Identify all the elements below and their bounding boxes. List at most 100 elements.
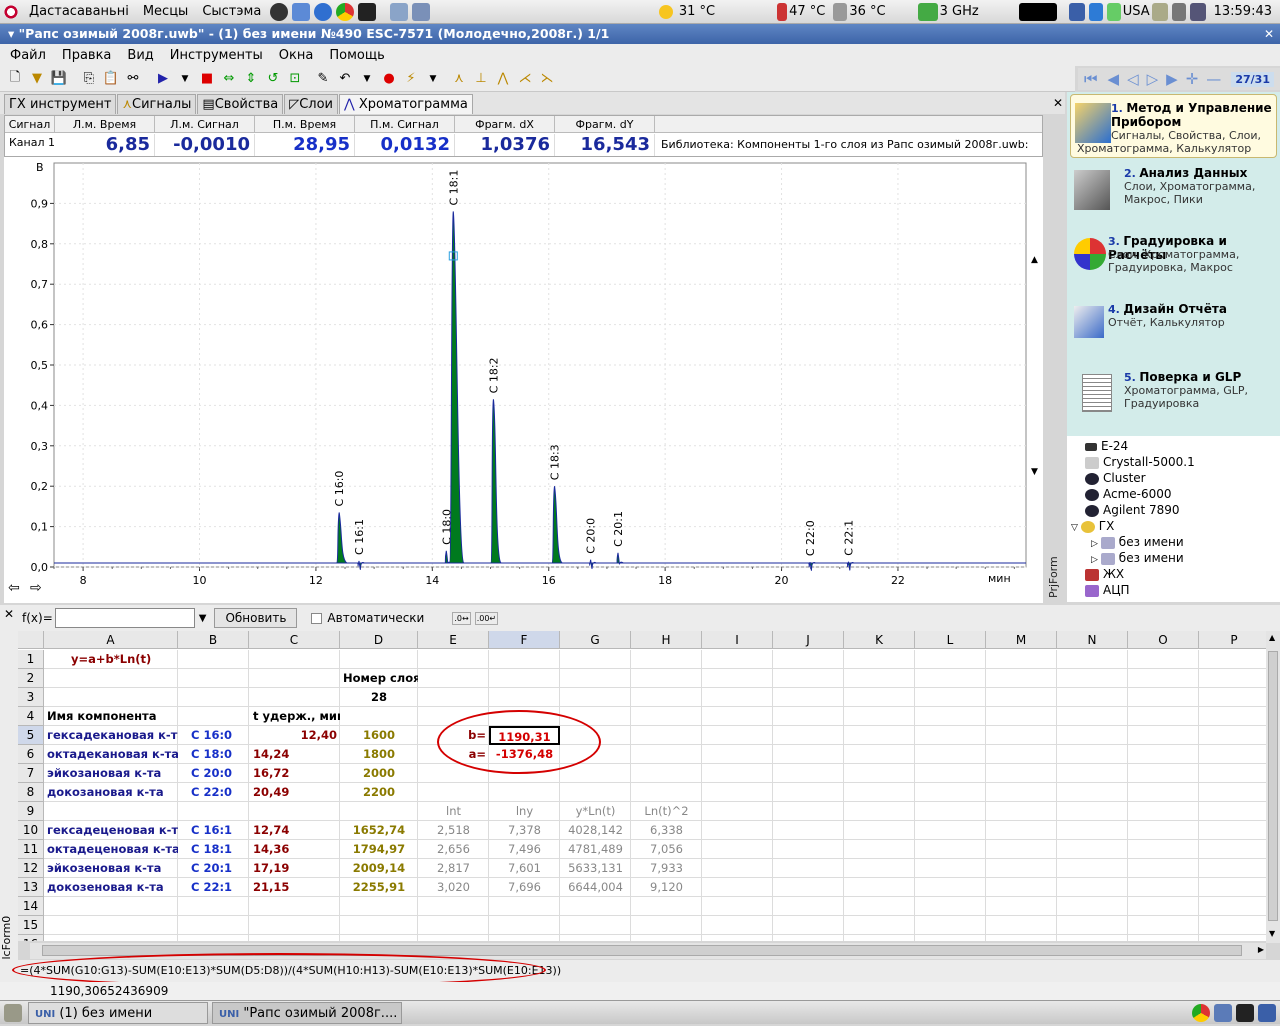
cell-d11[interactable]: 1794,97 xyxy=(340,840,418,859)
cell-a10[interactable]: гексадеценовая к-та xyxy=(44,821,178,840)
row-header-15[interactable]: 15 xyxy=(18,916,44,935)
cell-d6[interactable]: 1800 xyxy=(340,745,418,764)
next-fast-icon[interactable]: ▶ xyxy=(1166,70,1178,88)
cell-b10[interactable]: C 16:1 xyxy=(188,821,248,840)
row-header-8[interactable]: 8 xyxy=(18,783,44,802)
window-menu-icon[interactable]: ▾ xyxy=(8,26,19,41)
terminal-icon[interactable] xyxy=(358,2,377,21)
file-manager-icon[interactable] xyxy=(390,2,409,21)
show-desktop-icon[interactable] xyxy=(4,1003,22,1022)
cell-c12[interactable]: 17,19 xyxy=(250,859,340,878)
vscroll-down-icon[interactable]: ▼ xyxy=(1269,929,1275,938)
cell-a1[interactable]: y=a+b*Ln(t) xyxy=(68,650,154,669)
fit-icon[interactable]: ⊡ xyxy=(286,70,304,88)
col-header-o[interactable]: O xyxy=(1128,631,1199,649)
tree-item-acme[interactable]: Acme-6000 xyxy=(1085,486,1172,502)
tree-item-unnamed-1[interactable]: ▷ без имени xyxy=(1091,534,1184,550)
cell-c6[interactable]: 14,24 xyxy=(250,745,340,764)
window-titlebar[interactable]: ▾ "Рапс озимый 2008г.uwb" - (1) без имен… xyxy=(0,24,1280,44)
row-header-1[interactable]: 1 xyxy=(18,650,44,669)
cell-e11[interactable]: 2,656 xyxy=(418,840,489,859)
workflow-calibration[interactable]: 3. Градуировка и Расчёты Слои, Хроматогр… xyxy=(1070,230,1277,294)
cell-e9[interactable]: lnt xyxy=(418,802,489,821)
col-header-h[interactable]: H xyxy=(631,631,702,649)
menu-windows[interactable]: Окна xyxy=(271,48,322,63)
col-header-i[interactable]: I xyxy=(702,631,773,649)
volume-icon[interactable] xyxy=(1171,2,1186,21)
integrate-dropdown-icon[interactable]: ▼ xyxy=(424,70,442,88)
tree-item-cluster[interactable]: Cluster xyxy=(1085,470,1146,486)
workflow-verification-glp[interactable]: 5. Поверка и GLP Хроматограмма, GLP, Гра… xyxy=(1070,366,1277,430)
tab-properties[interactable]: ▤Свойства xyxy=(197,94,284,114)
hscroll-right-icon[interactable]: ▶ xyxy=(1258,945,1264,954)
editor-task-icon[interactable] xyxy=(1214,1003,1232,1022)
cell-b8[interactable]: C 22:0 xyxy=(188,783,235,802)
open-folder-icon[interactable]: ▼ xyxy=(28,70,46,88)
auto-label[interactable]: Автоматически xyxy=(327,611,424,625)
task-raps[interactable]: UNI "Рапс озимый 2008г.... xyxy=(212,1001,402,1024)
update-button[interactable]: Обновить xyxy=(214,608,298,628)
close-window-icon[interactable]: ✕ xyxy=(1262,27,1276,41)
peak-tool-3-icon[interactable]: ⋀ xyxy=(494,70,512,88)
row-header-12[interactable]: 12 xyxy=(18,859,44,878)
marker-right-icon[interactable]: ⇨ xyxy=(30,580,42,596)
cell-c8[interactable]: 20,49 xyxy=(250,783,340,802)
vscroll-up-icon[interactable]: ▲ xyxy=(1269,633,1275,642)
peak-tool-4-icon[interactable]: ⋌ xyxy=(516,70,534,88)
fx-dropdown-icon[interactable]: ▼ xyxy=(199,613,207,624)
tree-item-lc[interactable]: ЖХ xyxy=(1085,566,1124,582)
uni-tray-icon[interactable] xyxy=(1068,2,1085,21)
cell-f13[interactable]: 7,696 xyxy=(489,878,560,897)
tree-item-unnamed-2[interactable]: ▷ без имени xyxy=(1091,550,1184,566)
close-calc-icon[interactable]: ✕ xyxy=(4,607,14,621)
cell-b5[interactable]: C 16:0 xyxy=(188,726,235,745)
cell-a7[interactable]: эйкозановая к-та xyxy=(44,764,178,783)
cell-d2[interactable]: Номер слоя xyxy=(340,669,418,688)
stop-icon[interactable]: ■ xyxy=(198,70,216,88)
col-header-p[interactable]: P xyxy=(1199,631,1266,649)
play-icon[interactable]: ▶ xyxy=(154,70,172,88)
cell-a12[interactable]: эйкозеновая к-та xyxy=(44,859,178,878)
zoom-horizontal-icon[interactable]: ⇔ xyxy=(220,70,238,88)
cell-d3[interactable]: 28 xyxy=(340,688,418,707)
cell-b13[interactable]: C 22:1 xyxy=(188,878,248,897)
menu-applications[interactable]: Дастасаваньні xyxy=(22,4,136,19)
save-icon[interactable]: 💾 xyxy=(50,70,68,88)
row-header-14[interactable]: 14 xyxy=(18,897,44,916)
cell-h10[interactable]: 6,338 xyxy=(631,821,702,840)
cell-a13[interactable]: докозеновая к-та xyxy=(44,878,178,897)
tree-item-gc[interactable]: ▽ ГХ xyxy=(1071,518,1114,534)
corner-cell[interactable] xyxy=(18,631,44,649)
menu-help[interactable]: Помощь xyxy=(321,48,392,63)
next-icon[interactable]: ▷ xyxy=(1147,70,1159,88)
cell-a6[interactable]: октадекановая к-та xyxy=(44,745,178,764)
cell-f9[interactable]: lny xyxy=(489,802,560,821)
col-header-c[interactable]: C xyxy=(249,631,340,649)
tree-item-e24[interactable]: E-24 xyxy=(1085,438,1128,454)
cell-g11[interactable]: 4781,489 xyxy=(560,840,631,859)
cell-h13[interactable]: 9,120 xyxy=(631,878,702,897)
new-file-icon[interactable]: 🗋 xyxy=(6,70,24,88)
cell-b11[interactable]: C 18:1 xyxy=(188,840,248,859)
chrome-icon[interactable] xyxy=(336,2,355,21)
scroll-up-icon[interactable]: ▲ xyxy=(1031,255,1038,265)
cell-b7[interactable]: C 20:0 xyxy=(188,764,235,783)
spreadsheet[interactable]: ABCDEFGHIJKLMNOP 12345678910111213141516… xyxy=(18,631,1266,941)
play-dropdown-icon[interactable]: ▼ xyxy=(176,70,194,88)
menu-places[interactable]: Месцы xyxy=(136,4,195,19)
menu-tools[interactable]: Инструменты xyxy=(162,48,271,63)
integrate-icon[interactable]: ⚡ xyxy=(402,70,420,88)
chromatogram-svg[interactable]: 0,0 0,1 0,2 0,3 0,4 0,5 0,6 0,7 0,8 0,9 В 8 10 12 14 16… xyxy=(4,157,1043,603)
prev-fast-icon[interactable]: ◀ xyxy=(1108,70,1120,88)
auto-checkbox[interactable] xyxy=(311,612,323,624)
cell-d13[interactable]: 2255,91 xyxy=(340,878,418,897)
peak-tool-1-icon[interactable]: ⋏ xyxy=(450,70,468,88)
col-header-j[interactable]: J xyxy=(773,631,844,649)
marker-left-icon[interactable]: ⇦ xyxy=(8,580,20,596)
row-header-5[interactable]: 5 xyxy=(18,726,44,745)
tab-signals[interactable]: ⋏Сигналы xyxy=(117,94,197,114)
prjform-label[interactable]: PrjForm xyxy=(1047,552,1065,602)
col-header-e[interactable]: E xyxy=(418,631,489,649)
fx-input[interactable] xyxy=(54,608,195,628)
row-header-10[interactable]: 10 xyxy=(18,821,44,840)
